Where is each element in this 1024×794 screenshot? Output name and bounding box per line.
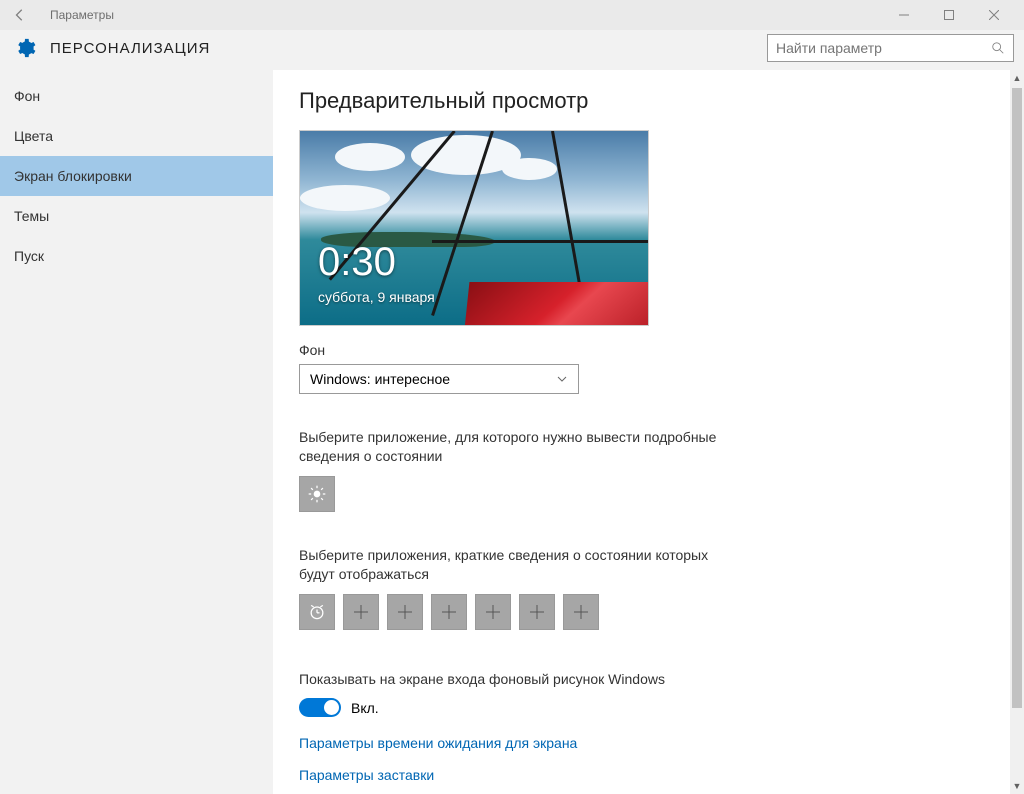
header-row: ПЕРСОНАЛИЗАЦИЯ [0, 30, 1024, 70]
lock-time: 0:30 [318, 240, 396, 285]
quick-slot-empty-4[interactable] [475, 594, 511, 630]
body-area: Фон Цвета Экран блокировки Темы Пуск Пре… [0, 70, 1024, 794]
quick-slot-empty-6[interactable] [563, 594, 599, 630]
close-button[interactable] [971, 0, 1016, 30]
plus-icon [398, 605, 412, 619]
plus-icon [530, 605, 544, 619]
quick-slot-empty-3[interactable] [431, 594, 467, 630]
scrollbar-thumb[interactable] [1012, 88, 1022, 708]
chevron-down-icon [556, 373, 568, 385]
weather-icon [307, 484, 327, 504]
toggle-row: Вкл. [299, 698, 998, 717]
quick-apps-label: Выберите приложения, краткие сведения о … [299, 546, 729, 584]
scroll-down-icon[interactable]: ▼ [1010, 778, 1024, 794]
sidebar-item-themes[interactable]: Темы [0, 196, 273, 236]
lock-date: суббота, 9 января [318, 289, 435, 305]
search-input[interactable] [776, 40, 991, 56]
sidebar-item-colors[interactable]: Цвета [0, 116, 273, 156]
page-heading: Предварительный просмотр [299, 88, 998, 114]
search-box[interactable] [767, 34, 1014, 62]
quick-slot-empty-5[interactable] [519, 594, 555, 630]
section-title: ПЕРСОНАЛИЗАЦИЯ [50, 40, 210, 57]
maximize-button[interactable] [926, 0, 971, 30]
show-bg-label: Показывать на экране входа фоновый рисун… [299, 670, 729, 689]
detailed-app-slot[interactable] [299, 476, 335, 512]
sidebar: Фон Цвета Экран блокировки Темы Пуск [0, 70, 273, 794]
plus-icon [574, 605, 588, 619]
titlebar: Параметры [0, 0, 1024, 30]
quick-slot-empty-1[interactable] [343, 594, 379, 630]
window-title: Параметры [50, 8, 114, 22]
gear-icon [14, 37, 36, 59]
sidebar-item-background[interactable]: Фон [0, 76, 273, 116]
detailed-app-label: Выберите приложение, для которого нужно … [299, 428, 729, 466]
content-pane: Предварительный просмотр 0:30 суббота, 9… [273, 70, 1024, 794]
link-screen-timeout[interactable]: Параметры времени ожидания для экрана [299, 735, 998, 751]
quick-slot-empty-2[interactable] [387, 594, 423, 630]
alarm-icon [307, 602, 327, 622]
background-dropdown[interactable]: Windows: интересное [299, 364, 579, 394]
show-bg-toggle[interactable] [299, 698, 341, 717]
scrollbar[interactable]: ▲ ▼ [1010, 70, 1024, 794]
lockscreen-preview: 0:30 суббота, 9 января [299, 130, 649, 326]
back-button[interactable] [8, 3, 32, 27]
minimize-button[interactable] [881, 0, 926, 30]
plus-icon [486, 605, 500, 619]
sidebar-item-start[interactable]: Пуск [0, 236, 273, 276]
sidebar-item-lockscreen[interactable]: Экран блокировки [0, 156, 273, 196]
background-label: Фон [299, 342, 998, 358]
toggle-state-label: Вкл. [351, 700, 379, 716]
plus-icon [442, 605, 456, 619]
quick-slot-alarm[interactable] [299, 594, 335, 630]
scroll-up-icon[interactable]: ▲ [1010, 70, 1024, 86]
dropdown-value: Windows: интересное [310, 371, 450, 387]
plus-icon [354, 605, 368, 619]
window-controls [881, 0, 1016, 30]
link-screensaver[interactable]: Параметры заставки [299, 767, 998, 783]
quick-apps-row [299, 594, 998, 630]
search-icon [991, 41, 1005, 55]
